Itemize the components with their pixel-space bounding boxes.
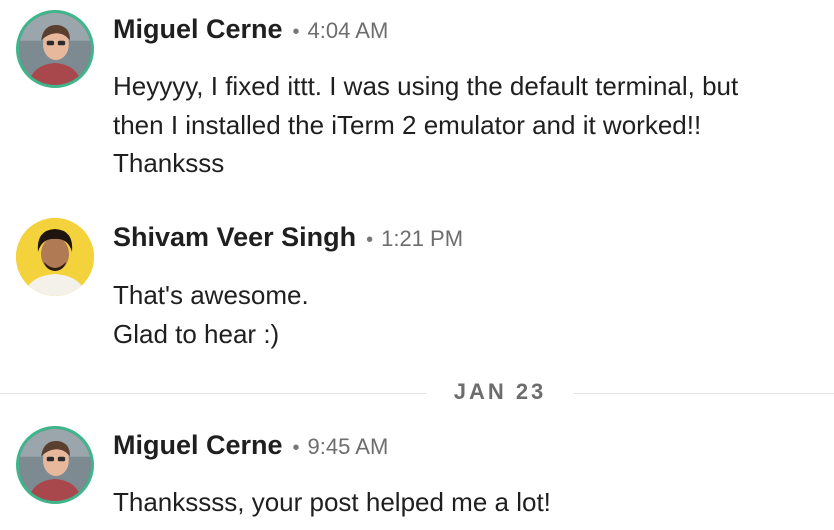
avatar[interactable] — [16, 218, 94, 296]
user-photo-avatar-icon — [16, 218, 94, 296]
timestamp[interactable]: 4:04 AM — [308, 18, 389, 44]
timestamp[interactable]: 1:21 PM — [381, 226, 463, 252]
message-line: That's awesome. — [113, 280, 309, 310]
separator-dot: • — [366, 229, 374, 251]
user-photo-avatar-icon — [19, 13, 91, 85]
message-line: Thankssss, your post helped me a lot! — [113, 487, 551, 517]
user-photo-avatar-icon — [19, 429, 91, 501]
message-line: then I installed the iTerm 2 emulator an… — [113, 109, 702, 140]
avatar[interactable] — [16, 10, 94, 88]
message-line: Thanksss — [113, 148, 225, 178]
timestamp[interactable]: 9:45 AM — [308, 434, 389, 460]
date-divider: JAN 23 — [0, 379, 834, 404]
message-line: Glad to hear :) — [113, 318, 280, 349]
date-label: JAN 23 — [453, 379, 547, 404]
separator-dot: • — [292, 437, 300, 459]
message: Miguel Cerne • 9:45 AM Thankssss, your p… — [0, 420, 834, 530]
message: Shivam Veer Singh • 1:21 PM That's aweso… — [0, 200, 834, 360]
author-name[interactable]: Miguel Cerne — [113, 14, 283, 45]
author-name[interactable]: Shivam Veer Singh — [113, 222, 356, 253]
separator-dot: • — [292, 21, 300, 43]
message-line: Heyyyy, I fixed ittt. I was using the de… — [113, 71, 739, 101]
divider-line — [0, 393, 426, 394]
author-name[interactable]: Miguel Cerne — [113, 430, 283, 461]
avatar[interactable] — [16, 426, 94, 504]
message: Miguel Cerne • 4:04 AM Heyyyy, I fixed i… — [0, 0, 834, 190]
message-body: Thankssss, your post helped me a lot! — [113, 483, 551, 522]
message-body: Heyyyy, I fixed ittt. I was using the de… — [113, 67, 738, 183]
message-body: That's awesome. Glad to hear :) — [113, 276, 309, 353]
divider-line — [574, 393, 834, 394]
